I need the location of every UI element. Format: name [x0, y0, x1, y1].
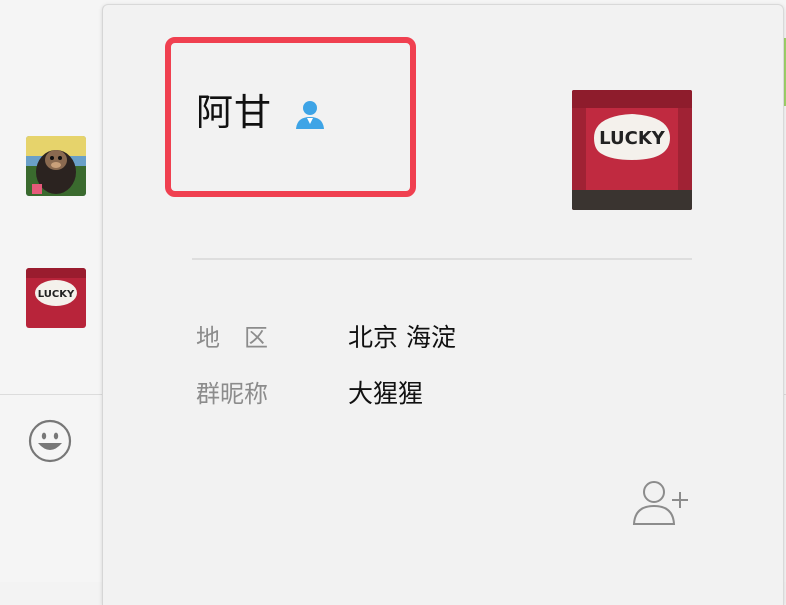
profile-photo-image: LUCKY [572, 90, 692, 210]
chat-avatar-lucky[interactable]: LUCKY [26, 268, 86, 328]
nickname-value: 大猩猩 [348, 379, 424, 408]
region-label: 地区 [196, 324, 292, 352]
lucky-text-small: LUCKY [38, 289, 75, 300]
chat-avatar-gorilla[interactable] [26, 136, 86, 196]
nickname-label: 群昵称 [196, 380, 268, 408]
card-separator [192, 258, 692, 260]
gorilla-avatar-image [26, 136, 86, 196]
person-icon [293, 97, 327, 131]
add-contact-button[interactable] [630, 478, 692, 528]
lucky-avatar-image: LUCKY [26, 268, 86, 328]
region-value: 北京 海淀 [348, 323, 456, 352]
profile-photo[interactable]: LUCKY [572, 90, 692, 210]
emoji-button[interactable] [28, 419, 72, 463]
lucky-text: LUCKY [599, 128, 666, 149]
smiley-icon [28, 419, 72, 463]
profile-name: 阿甘 [196, 91, 272, 134]
add-contact-icon [632, 481, 688, 525]
